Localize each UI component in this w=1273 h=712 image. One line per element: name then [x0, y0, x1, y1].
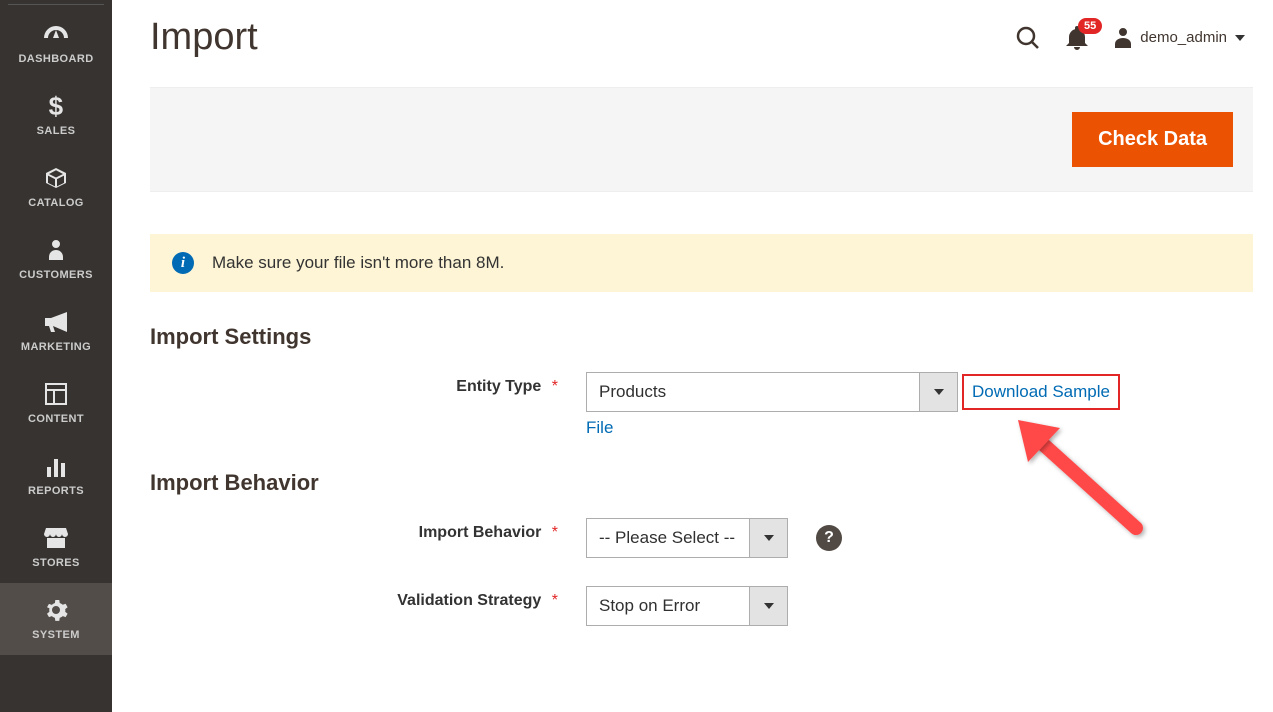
sidebar-label: SYSTEM [32, 629, 80, 641]
sidebar-item-system[interactable]: SYSTEM [0, 583, 112, 655]
validation-strategy-value: Stop on Error [587, 587, 749, 625]
layout-icon [45, 381, 67, 407]
help-icon[interactable]: ? [816, 525, 842, 551]
import-behavior-label-col: Import Behavior * [150, 518, 586, 542]
entity-type-select[interactable]: Products [586, 372, 958, 412]
action-bar: Check Data [150, 87, 1253, 192]
entity-type-label: Entity Type [456, 378, 541, 395]
import-behavior-value: -- Please Select -- [587, 519, 749, 557]
entity-type-field: Products Download Sample File [586, 372, 1120, 438]
sidebar-label: REPORTS [28, 485, 84, 497]
box-icon [44, 165, 68, 191]
chevron-down-icon [749, 587, 787, 625]
entity-type-row: Entity Type * Products Download Sample F… [150, 372, 1253, 438]
required-marker: * [552, 524, 558, 541]
person-icon [47, 237, 65, 263]
import-behavior-title: Import Behavior [150, 470, 1253, 496]
admin-sidebar: DASHBOARD $ SALES CATALOG CUSTOMERS MARK… [0, 0, 112, 712]
chevron-down-icon [749, 519, 787, 557]
main-content: Import 55 demo_admin Check Data i [112, 0, 1273, 712]
chevron-down-icon [1235, 35, 1245, 41]
import-behavior-row: Import Behavior * -- Please Select -- ? [150, 518, 1253, 558]
required-marker: * [552, 592, 558, 609]
check-data-button[interactable]: Check Data [1072, 112, 1233, 167]
validation-strategy-label: Validation Strategy [397, 592, 541, 609]
sidebar-label: CONTENT [28, 413, 84, 425]
sidebar-item-catalog[interactable]: CATALOG [0, 151, 112, 223]
sidebar-label: STORES [32, 557, 79, 569]
sidebar-item-stores[interactable]: STORES [0, 511, 112, 583]
info-message: Make sure your file isn't more than 8M. [212, 253, 504, 273]
download-sample-link-line2[interactable]: File [586, 418, 1120, 438]
sidebar-item-reports[interactable]: REPORTS [0, 439, 112, 511]
validation-strategy-select[interactable]: Stop on Error [586, 586, 788, 626]
gear-icon [44, 597, 68, 623]
user-menu[interactable]: demo_admin [1114, 28, 1245, 48]
notification-badge: 55 [1078, 18, 1102, 34]
user-icon [1114, 28, 1132, 48]
sidebar-item-marketing[interactable]: MARKETING [0, 295, 112, 367]
page-header: Import 55 demo_admin [150, 16, 1253, 59]
sidebar-label: CUSTOMERS [19, 269, 93, 281]
sidebar-item-content[interactable]: CONTENT [0, 367, 112, 439]
validation-strategy-field: Stop on Error [586, 586, 788, 626]
page-title: Import [150, 16, 258, 59]
sidebar-label: MARKETING [21, 341, 91, 353]
username-label: demo_admin [1140, 29, 1227, 46]
sidebar-divider [8, 4, 104, 5]
megaphone-icon [43, 309, 69, 335]
info-banner: i Make sure your file isn't more than 8M… [150, 234, 1253, 292]
download-sample-link[interactable]: Download Sample [962, 374, 1120, 410]
entity-type-label-col: Entity Type * [150, 372, 586, 396]
entity-type-value: Products [587, 373, 919, 411]
sidebar-label: SALES [37, 125, 76, 137]
validation-strategy-label-col: Validation Strategy * [150, 586, 586, 610]
sidebar-item-customers[interactable]: CUSTOMERS [0, 223, 112, 295]
sidebar-label: CATALOG [28, 197, 84, 209]
sidebar-item-sales[interactable]: $ SALES [0, 79, 112, 151]
sidebar-label: DASHBOARD [18, 53, 93, 65]
header-actions: 55 demo_admin [1016, 26, 1245, 50]
import-behavior-field: -- Please Select -- ? [586, 518, 842, 558]
import-behavior-label: Import Behavior [419, 524, 542, 541]
dashboard-icon [42, 21, 70, 47]
notifications-button[interactable]: 55 [1066, 26, 1088, 50]
dollar-icon: $ [49, 93, 64, 119]
sidebar-item-dashboard[interactable]: DASHBOARD [0, 7, 112, 79]
search-icon[interactable] [1016, 26, 1040, 50]
required-marker: * [552, 378, 558, 395]
store-icon [44, 525, 68, 551]
bars-icon [45, 453, 67, 479]
info-icon: i [172, 252, 194, 274]
chevron-down-icon [919, 373, 957, 411]
import-behavior-select[interactable]: -- Please Select -- [586, 518, 788, 558]
import-settings-title: Import Settings [150, 324, 1253, 350]
validation-strategy-row: Validation Strategy * Stop on Error [150, 586, 1253, 626]
